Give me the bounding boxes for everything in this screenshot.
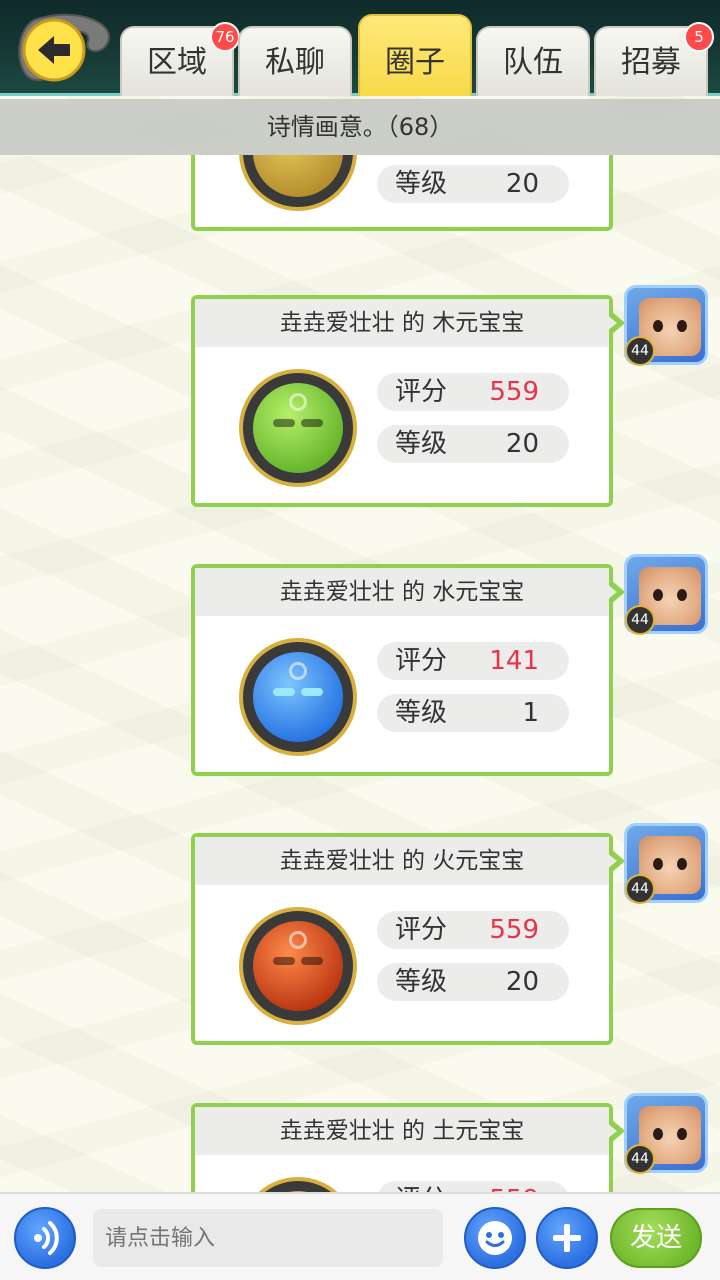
level-label: 等级 [395,429,448,459]
level-label: 等级 [395,698,448,728]
pet-face-icon [253,155,343,197]
score-label: 评分 [395,646,448,676]
score-value: 141 [489,646,539,676]
water-pet-icon [253,652,343,742]
score-value: 559 [489,915,539,945]
level-stat: 等级 20 [377,425,569,463]
sender-avatar[interactable]: 44 [624,554,708,635]
level-stat: 等级 1 [377,694,569,732]
emoji-button[interactable] [464,1207,526,1269]
score-stat: 评分 141 [377,642,569,680]
tab-circle-label: 圈子 [385,45,445,80]
avatar-level-badge: 44 [625,1144,655,1174]
bubble-tail [607,580,625,604]
top-nav-bar: 区域 76 私聊 圈子 队伍 招募 5 [0,0,720,96]
level-stat: 等级 20 [377,963,569,1001]
sender-avatar[interactable]: 44 [624,285,708,366]
pet-portrait [239,638,357,756]
card-title: 垚垚爱壮壮 的 木元宝宝 [195,299,609,347]
card-title: 垚垚爱壮壮 的 火元宝宝 [195,837,609,885]
voice-icon [34,1221,59,1255]
unread-badge: 5 [684,22,714,52]
score-value: 559 [489,1181,539,1192]
back-arrow-icon [18,13,110,82]
pet-portrait [239,155,357,211]
card-title: 垚垚爱壮壮 的 水元宝宝 [195,568,609,616]
message-feed[interactable]: 等级 20 垚垚爱壮壮 的 木元宝宝 评分 559 等级 20 44 垚垚爱壮壮… [0,155,720,1192]
group-title: 诗情画意。（68） [0,99,720,155]
level-stat: 等级 20 [377,165,569,203]
avatar-level-badge: 44 [625,605,655,635]
plus-icon [553,1224,581,1252]
level-value: 1 [522,698,539,728]
unread-badge: 76 [210,22,240,52]
pet-share-card[interactable]: 垚垚爱壮壮 的 土元宝宝 评分 559 [191,1103,625,1192]
emoji-face-icon [478,1221,512,1255]
level-label: 等级 [395,169,448,199]
score-stat: 评分 559 [377,911,569,949]
pet-share-card[interactable]: 垚垚爱壮壮 的 火元宝宝 评分 559 等级 20 [191,833,625,1045]
back-button[interactable] [14,12,114,88]
score-label: 评分 [395,915,448,945]
tab-private-chat[interactable]: 私聊 [238,26,352,96]
message-input[interactable] [93,1209,443,1267]
sender-avatar[interactable]: 44 [624,823,708,904]
tab-region-label: 区域 [147,45,207,80]
add-attachment-button[interactable] [536,1207,598,1269]
card-title: 垚垚爱壮壮 的 土元宝宝 [195,1107,609,1155]
sender-avatar[interactable]: 44 [624,1093,708,1174]
pet-portrait [239,369,357,487]
bubble-tail [607,311,625,335]
tab-team[interactable]: 队伍 [476,26,590,96]
chat-input-bar: 发送 [0,1192,720,1280]
avatar-level-badge: 44 [625,336,655,366]
tab-circle[interactable]: 圈子 [358,14,472,96]
level-value: 20 [505,967,539,997]
score-stat: 评分 559 [377,373,569,411]
avatar-level-badge: 44 [625,874,655,904]
pet-portrait [239,1177,357,1192]
score-label: 评分 [395,1181,447,1192]
pet-share-card[interactable]: 等级 20 [191,155,613,231]
voice-button[interactable] [14,1207,76,1269]
bubble-tail [607,849,625,873]
pet-share-card[interactable]: 垚垚爱壮壮 的 水元宝宝 评分 141 等级 1 [191,564,625,776]
level-label: 等级 [395,967,448,997]
bubble-tail [607,1119,625,1143]
score-stat: 评分 559 [377,1181,569,1192]
tab-private-chat-label: 私聊 [265,45,325,80]
wood-pet-icon [253,383,343,473]
pet-portrait [239,907,357,1025]
score-value: 559 [489,377,539,407]
level-value: 20 [505,169,539,199]
pet-share-card[interactable]: 垚垚爱壮壮 的 木元宝宝 评分 559 等级 20 [191,295,625,507]
score-label: 评分 [395,377,448,407]
level-value: 20 [505,429,539,459]
fire-pet-icon [253,921,343,1011]
tab-team-label: 队伍 [503,45,563,80]
tab-region[interactable]: 区域 76 [120,22,240,96]
tab-recruit-label: 招募 [621,45,681,80]
send-button[interactable]: 发送 [610,1208,702,1268]
tab-recruit[interactable]: 招募 5 [594,22,714,96]
